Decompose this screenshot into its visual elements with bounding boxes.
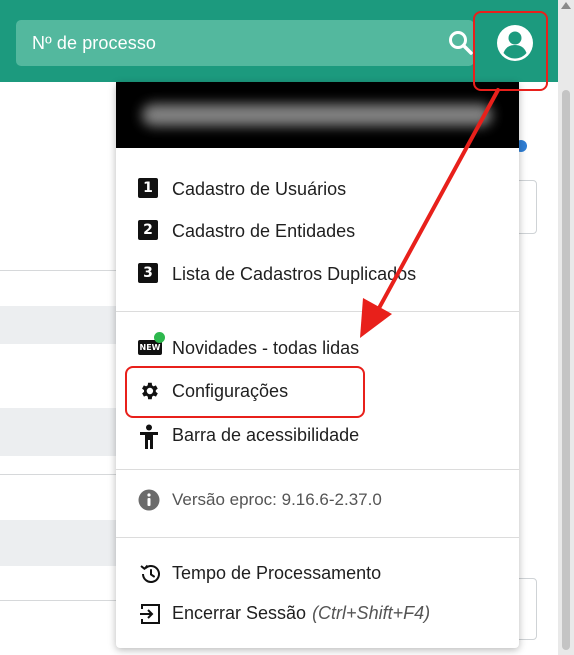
menu-item-tempo-processamento[interactable]: Tempo de Processamento [138,558,381,588]
version-info: Versão eproc: 9.16.6-2.37.0 [138,485,382,515]
new-badge-icon: NEW [138,332,165,359]
menu-item-label: Lista de Cadastros Duplicados [172,263,417,284]
version-label: Versão eproc: 9.16.6-2.37.0 [172,490,382,509]
scroll-up-arrow[interactable] [561,2,571,9]
background-divider [0,270,116,271]
background-row [0,408,116,456]
menu-item-label: Tempo de Processamento [172,562,382,583]
accessibility-person-icon [138,424,160,449]
menu-item-cadastro-usuarios[interactable]: 1 Cadastro de Usuários [138,174,346,204]
menu-item-label: Cadastro de Entidades [172,220,356,241]
background-row [0,306,116,344]
search-icon[interactable] [447,29,475,57]
number-badge: 3 [138,263,158,283]
menu-item-cadastro-entidades[interactable]: 2 Cadastro de Entidades [138,216,355,246]
search-placeholder: Nº de processo [32,33,157,53]
menu-item-label: Novidades - todas lidas [172,337,360,358]
highlight-configuracoes [125,366,365,418]
number-badge: 2 [138,220,158,240]
background-divider [0,600,116,601]
keyboard-shortcut: (Ctrl+Shift+F4) [312,602,431,623]
menu-item-lista-duplicados[interactable]: 3 Lista de Cadastros Duplicados [138,259,416,289]
background-row [0,520,116,566]
info-icon [138,489,160,511]
user-info-header [116,82,519,148]
number-badge: 1 [138,178,158,198]
scroll-thumb[interactable] [562,90,570,650]
menu-divider [116,537,519,538]
menu-item-label: Barra de acessibilidade [172,424,360,445]
menu-item-label: Encerrar Sessão [172,602,307,623]
background-divider [0,474,116,475]
history-icon [138,562,160,584]
menu-item-novidades[interactable]: NEW Novidades - todas lidas [138,332,360,363]
logout-icon [138,602,160,624]
user-dropdown-menu: 1 Cadastro de Usuários 2 Cadastro de Ent… [116,82,519,648]
menu-item-encerrar-sessao[interactable]: Encerrar Sessão (Ctrl+Shift+F4) [138,598,430,628]
search-input[interactable]: Nº de processo [16,20,474,66]
highlight-user-button [473,11,548,91]
menu-divider [116,311,519,312]
menu-divider [116,469,519,470]
unread-dot [154,332,165,343]
menu-item-label: Cadastro de Usuários [172,178,347,199]
menu-item-acessibilidade[interactable]: Barra de acessibilidade [138,420,359,450]
blurred-user-name [142,104,492,126]
scrollbar[interactable] [558,0,574,655]
